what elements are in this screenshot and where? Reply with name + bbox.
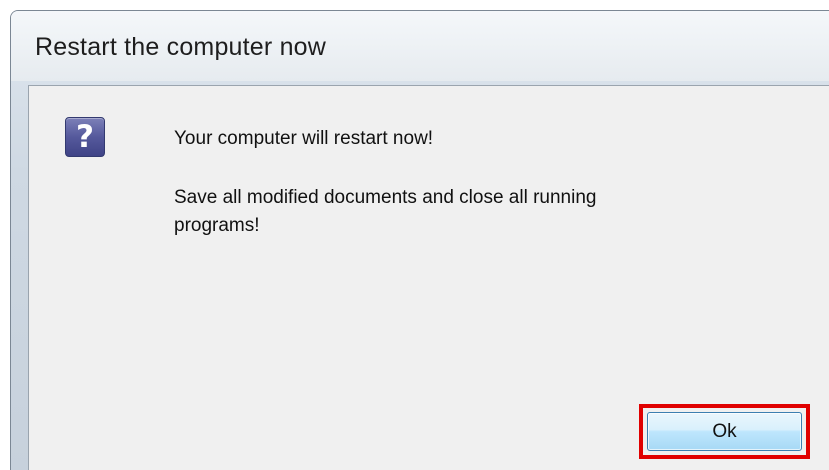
- dialog-content: ? Your computer will restart now! Save a…: [28, 85, 829, 470]
- ok-button[interactable]: Ok: [647, 412, 802, 451]
- message-line-restart: Your computer will restart now!: [174, 128, 434, 149]
- dialog-title: Restart the computer now: [35, 33, 327, 61]
- ok-button-highlight: Ok: [639, 404, 810, 459]
- message-text: Your computer will restart now! Save all…: [174, 125, 784, 240]
- restart-dialog-window: Restart the computer now ? Your computer…: [10, 10, 829, 470]
- title-bar: Restart the computer now: [11, 11, 829, 81]
- message-spacing: [174, 153, 784, 184]
- question-icon: ?: [65, 117, 105, 157]
- message-line-programs: programs!: [174, 215, 260, 236]
- message-line-save: Save all modified documents and close al…: [174, 187, 597, 208]
